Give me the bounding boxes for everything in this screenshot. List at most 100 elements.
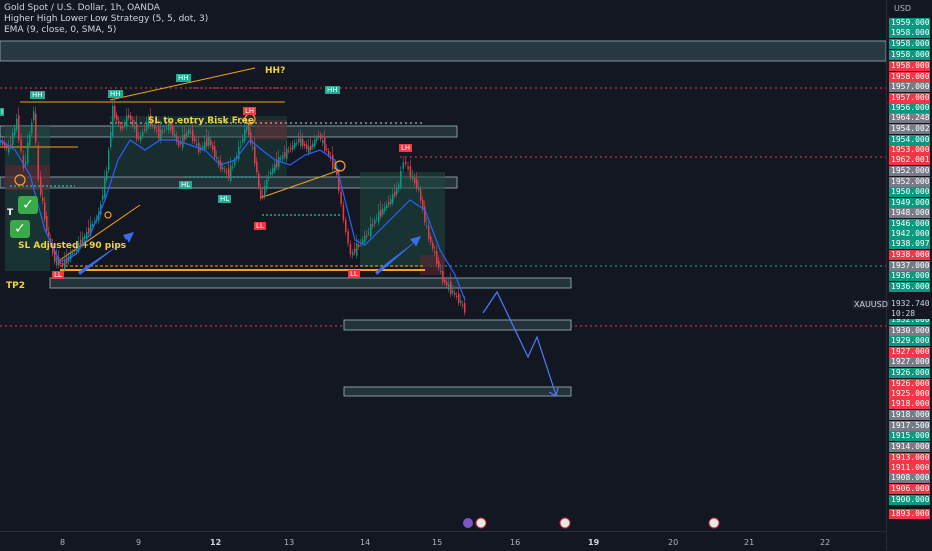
time-label: 12: [210, 538, 222, 547]
candle-body: [262, 195, 264, 198]
candle-body: [358, 244, 360, 247]
current-price-tag: 1932.740 10:28: [889, 299, 930, 319]
candle-body: [376, 218, 378, 220]
candle-body: [312, 143, 314, 148]
candle-body: [332, 154, 334, 169]
candle-body: [308, 146, 310, 153]
annotation-sl-risk-free: SL to entry Risk Free: [148, 116, 254, 126]
marker-lh: LH: [399, 144, 413, 152]
candle-body: [88, 227, 90, 234]
candle-body: [290, 147, 292, 150]
candle-body: [268, 176, 270, 179]
flag-us-icon: [475, 517, 487, 529]
candle-body: [368, 232, 370, 234]
candle-body: [142, 132, 144, 136]
projection-path: [482, 290, 557, 396]
candle-body: [440, 271, 442, 273]
legend-symbol[interactable]: Gold Spot / U.S. Dollar, 1h, OANDA: [4, 3, 208, 14]
candle-body: [314, 139, 316, 147]
price-label: 1929.000: [889, 336, 930, 346]
candle-body: [398, 184, 400, 189]
candle-body: [442, 271, 444, 282]
candle-body: [35, 113, 37, 143]
candle-body: [286, 148, 288, 159]
candle-body: [412, 176, 414, 179]
time-label: 13: [284, 538, 295, 547]
candle-body: [280, 158, 282, 160]
candle-body: [356, 243, 358, 256]
candle-body: [254, 146, 256, 164]
price-label: 1959.000: [889, 18, 930, 28]
candle-body: [364, 235, 366, 243]
time-label: 16: [510, 538, 521, 547]
currency-label[interactable]: USD: [894, 4, 911, 13]
candle-body: [322, 140, 324, 144]
time-label: 21: [744, 538, 755, 547]
chart-root[interactable]: HH HH HH HH I HL HL LH LH LL LL LL ✓ ✓ H…: [0, 0, 932, 550]
candle-body: [12, 133, 14, 145]
price-label: 1958.000: [889, 39, 930, 49]
candle-body: [230, 165, 232, 181]
legend-indicator-ema[interactable]: EMA (9, close, 0, SMA, 5): [4, 25, 208, 36]
candle-body: [392, 194, 394, 203]
candle-body: [400, 171, 402, 188]
event-icon: [463, 518, 473, 528]
candle-body: [448, 284, 450, 290]
price-label: 1914.000: [889, 442, 930, 452]
candle-body: [122, 127, 124, 129]
candle-body: [347, 231, 349, 244]
candle-body: [378, 211, 380, 223]
price-label: 1900.000: [889, 495, 930, 505]
candle-body: [260, 189, 262, 199]
time-label: 8: [60, 538, 66, 547]
price-label: 1964.248: [889, 113, 930, 123]
candle-body: [136, 124, 138, 140]
candle-body: [436, 251, 438, 264]
candle-body: [31, 122, 33, 134]
candle-body: [162, 131, 164, 133]
checkmark-icon: ✓: [18, 196, 38, 214]
flag-us-icon: [559, 517, 571, 529]
flag-us-icon: [708, 517, 720, 529]
annotation-t: T: [7, 208, 14, 218]
price-chart[interactable]: [0, 0, 932, 550]
candle-body: [444, 279, 446, 283]
annotation-tp2: TP2: [6, 281, 25, 291]
candle-body: [316, 138, 318, 141]
candle-body: [186, 132, 188, 137]
candle-body: [138, 137, 140, 139]
candle-body: [272, 168, 274, 174]
price-label: 1927.000: [889, 357, 930, 367]
price-label: 1958.000: [889, 50, 930, 60]
candle-body: [278, 157, 280, 168]
candle-body: [304, 144, 306, 146]
price-label: 1925.000: [889, 389, 930, 399]
candle-body: [310, 145, 312, 151]
legend-indicator-hhll[interactable]: Higher High Lower Low Strategy (5, 5, do…: [4, 14, 208, 25]
candle-body: [430, 236, 432, 243]
candle-body: [156, 130, 158, 132]
zone-target-2: [343, 386, 572, 397]
checkmark-icon: ✓: [10, 220, 30, 238]
candle-body: [462, 304, 464, 306]
candle-body: [284, 152, 286, 157]
candle-body: [116, 114, 118, 121]
candle-body: [464, 302, 466, 313]
candle-body: [224, 169, 226, 171]
candle-body: [460, 301, 462, 304]
time-label: 20: [668, 538, 679, 547]
candle-body: [394, 191, 396, 196]
candle-body: [18, 115, 20, 141]
candle-body: [298, 138, 300, 143]
candle-body: [102, 195, 104, 200]
price-label: 1954.000: [889, 135, 930, 145]
candle-body: [110, 132, 112, 148]
candle-body: [407, 166, 409, 170]
price-label: 1946.000: [889, 219, 930, 229]
candle-body: [44, 202, 46, 220]
candle-body: [210, 139, 212, 146]
marker-hl: HL: [179, 181, 193, 189]
candle-body: [300, 138, 302, 146]
candle-body: [114, 106, 116, 118]
candle-body: [84, 236, 86, 239]
